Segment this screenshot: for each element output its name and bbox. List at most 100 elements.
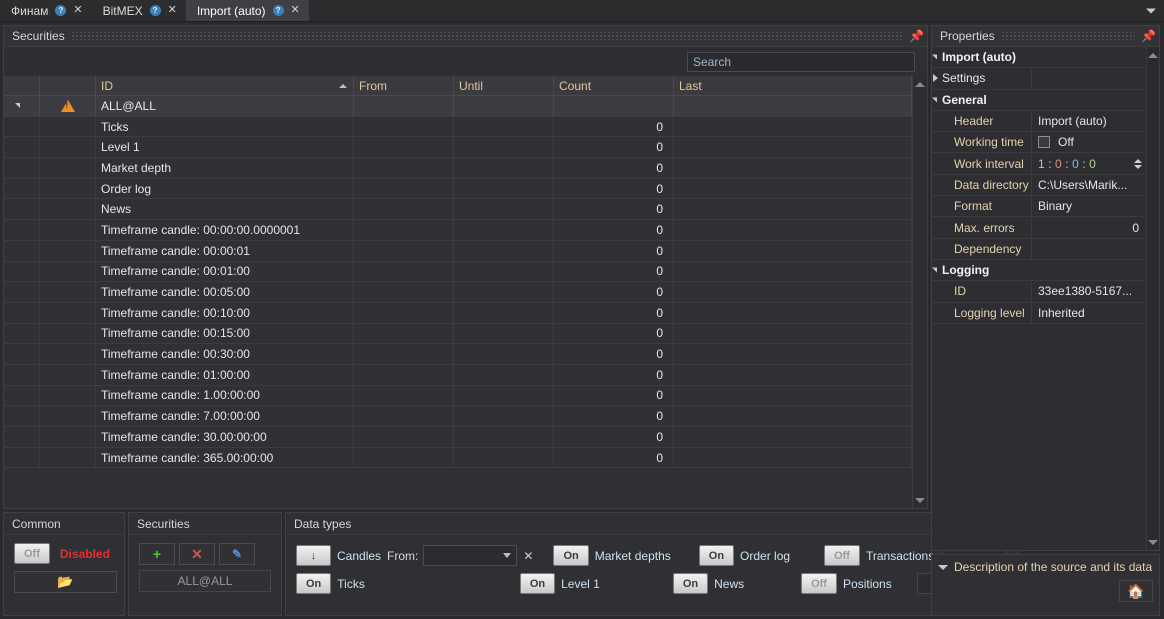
column-header-count[interactable]: Count <box>554 76 674 95</box>
column-header-last[interactable]: Last <box>674 76 912 95</box>
table-row[interactable]: Order log 0 <box>4 178 912 200</box>
market-depths-toggle-button[interactable]: On <box>553 545 589 566</box>
property-value[interactable]: Binary <box>1032 196 1146 216</box>
property-row-logging-level[interactable]: Logging level Inherited <box>932 302 1146 324</box>
table-row[interactable]: Timeframe candle: 365.00:00:00 0 <box>4 447 912 469</box>
table-row[interactable]: Market depth 0 <box>4 158 912 179</box>
column-header-from[interactable]: From <box>354 76 454 95</box>
property-row-id[interactable]: ID 33ee1380-5167... <box>932 281 1146 303</box>
spinner-down-icon[interactable] <box>1134 164 1142 169</box>
properties-vertical-scrollbar[interactable] <box>1146 47 1159 550</box>
expand-toggle[interactable] <box>4 96 40 116</box>
table-row[interactable]: News 0 <box>4 199 912 221</box>
news-toggle-button[interactable]: On <box>672 573 709 594</box>
property-category-logging[interactable]: Logging <box>932 260 1146 282</box>
property-value[interactable]: 0 <box>1032 217 1146 237</box>
table-row[interactable]: Timeframe candle: 00:30:00 0 <box>4 344 912 365</box>
table-row[interactable]: Timeframe candle: 00:15:00 0 <box>4 323 912 345</box>
property-value[interactable]: 33ee1380-5167... <box>1032 281 1146 301</box>
interval-part[interactable]: 0 <box>1089 157 1096 171</box>
search-input[interactable] <box>687 51 915 72</box>
property-row-max-errors[interactable]: Max. errors 0 <box>932 217 1146 239</box>
tab-import-auto[interactable]: Import (auto) ? ✕ <box>185 0 309 21</box>
help-icon[interactable]: ? <box>272 5 284 16</box>
interval-part[interactable]: 0 <box>1055 157 1062 171</box>
table-row[interactable]: Ticks 0 <box>4 116 912 138</box>
property-row-work-interval[interactable]: Work interval 1:0:0:0 <box>932 153 1146 175</box>
column-header-until[interactable]: Until <box>454 76 554 95</box>
scroll-up-button[interactable] <box>913 76 927 92</box>
column-header-id[interactable]: ID <box>96 76 354 95</box>
grid-vertical-scrollbar[interactable] <box>912 76 927 508</box>
scroll-down-button[interactable] <box>913 492 927 508</box>
property-value[interactable]: Off <box>1032 132 1146 152</box>
interval-separator: : <box>1048 156 1053 171</box>
property-category-general[interactable]: General <box>932 90 1146 111</box>
table-row[interactable]: Timeframe candle: 00:00:00.0000001 0 <box>4 220 912 241</box>
triangle-down-icon[interactable] <box>932 267 937 273</box>
tab-finam[interactable]: Финам ? ✕ <box>0 0 92 21</box>
drag-handle[interactable] <box>70 32 903 40</box>
interval-part[interactable]: 0 <box>1072 157 1079 171</box>
property-row-dependency[interactable]: Dependency <box>932 238 1146 260</box>
spinner-up-icon[interactable] <box>1134 158 1142 163</box>
table-row[interactable]: Timeframe candle: 7.00:00:00 0 <box>4 406 912 427</box>
transactions-toggle-button[interactable]: Off <box>824 545 860 566</box>
open-folder-button[interactable]: 📂 <box>14 571 117 593</box>
edit-security-button[interactable]: ✎ <box>219 543 255 565</box>
positions-toggle-button[interactable]: Off <box>801 573 838 594</box>
scroll-down-button[interactable] <box>1147 534 1159 550</box>
pin-icon[interactable]: 📌 <box>1141 29 1156 43</box>
table-row[interactable]: Level 1 0 <box>4 137 912 159</box>
table-row[interactable]: Timeframe candle: 00:01:00 0 <box>4 261 912 283</box>
candles-toggle-button[interactable]: ↓ <box>296 545 331 566</box>
description-header[interactable]: Description of the source and its data <box>938 560 1153 574</box>
property-value[interactable]: C:\Users\Marik... <box>1032 175 1146 195</box>
property-row-data-directory[interactable]: Data directory C:\Users\Marik... <box>932 174 1146 197</box>
table-row[interactable]: Timeframe candle: 00:10:00 0 <box>4 302 912 324</box>
property-value[interactable]: 1:0:0:0 <box>1032 153 1146 173</box>
triangle-down-icon[interactable] <box>932 54 937 60</box>
checkbox[interactable] <box>1038 136 1050 149</box>
add-security-button[interactable]: + <box>139 543 175 565</box>
triangle-down-icon[interactable] <box>932 97 937 103</box>
property-category-import-auto[interactable]: Import (auto) <box>932 47 1146 69</box>
order-log-toggle-button[interactable]: On <box>698 545 735 566</box>
property-value[interactable] <box>1032 239 1146 259</box>
spinner[interactable] <box>1134 158 1142 169</box>
table-row[interactable]: ALL@ALL <box>4 96 912 117</box>
interval-value[interactable]: 1:0:0:0 <box>1038 157 1096 171</box>
pin-icon[interactable]: 📌 <box>909 29 924 43</box>
tab-bitmex[interactable]: BitMEX ? ✕ <box>92 0 186 21</box>
table-row[interactable]: Timeframe candle: 00:00:01 0 <box>4 240 912 262</box>
property-row-working-time[interactable]: Working time Off <box>932 132 1146 154</box>
property-row-header[interactable]: Header Import (auto) <box>932 110 1146 133</box>
property-row-format[interactable]: Format Binary <box>932 196 1146 218</box>
triangle-right-icon[interactable] <box>933 74 938 83</box>
candles-from-combobox[interactable] <box>423 545 518 566</box>
enable-toggle-button[interactable]: Off <box>14 543 50 564</box>
remove-security-button[interactable]: ✕ <box>179 543 215 565</box>
level1-toggle-button[interactable]: On <box>519 573 556 594</box>
property-value[interactable]: Inherited <box>1032 303 1146 323</box>
property-category-settings[interactable]: Settings <box>932 68 1146 90</box>
close-icon[interactable]: ✕ <box>168 5 177 16</box>
close-icon[interactable]: ✕ <box>291 5 300 16</box>
scroll-up-button[interactable] <box>1147 47 1159 63</box>
table-row[interactable]: Timeframe candle: 01:00:00 0 <box>4 364 912 386</box>
close-icon[interactable]: ✕ <box>73 5 82 16</box>
help-icon[interactable]: ? <box>149 5 161 16</box>
chevron-down-icon[interactable] <box>1146 8 1156 13</box>
table-row[interactable]: Timeframe candle: 30.00:00:00 0 <box>4 427 912 448</box>
table-row[interactable]: Timeframe candle: 00:05:00 0 <box>4 282 912 303</box>
chevron-down-icon[interactable] <box>938 564 948 570</box>
help-home-button[interactable]: 🏠 <box>1119 580 1153 602</box>
drag-handle[interactable] <box>1000 32 1135 40</box>
help-icon[interactable]: ? <box>55 5 67 16</box>
ticks-toggle-button[interactable]: On <box>296 573 332 594</box>
clear-from-icon[interactable]: ✕ <box>523 549 533 563</box>
property-value[interactable]: Import (auto) <box>1032 111 1146 131</box>
selected-security-field[interactable]: ALL@ALL <box>139 570 271 592</box>
interval-part[interactable]: 1 <box>1038 157 1045 171</box>
table-row[interactable]: Timeframe candle: 1.00:00:00 0 <box>4 385 912 407</box>
